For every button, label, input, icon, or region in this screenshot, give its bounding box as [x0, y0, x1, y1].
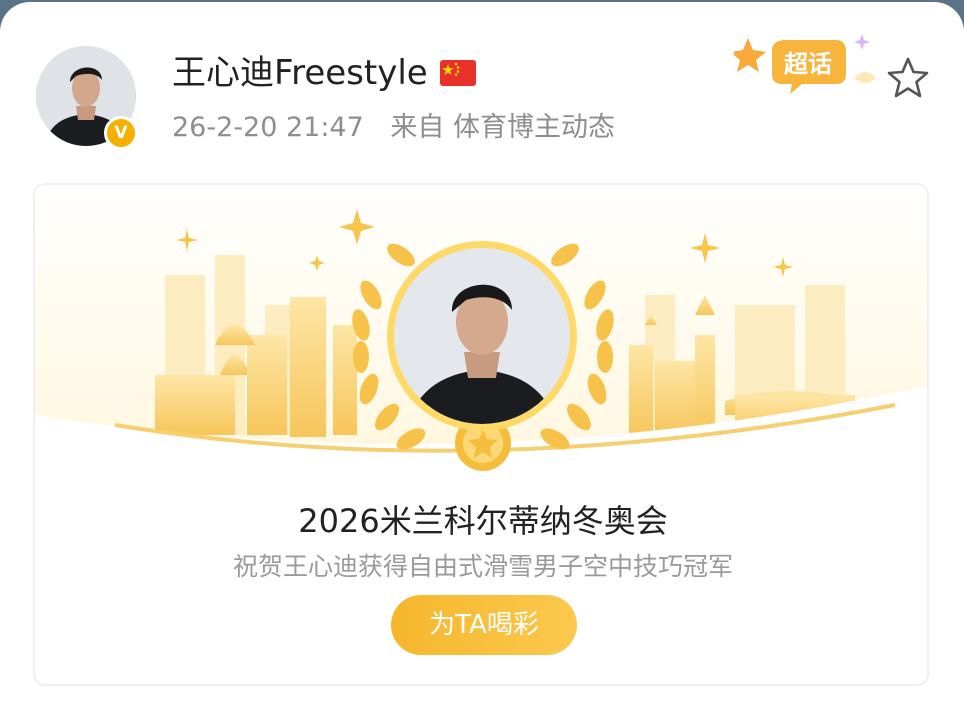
china-flag-icon [439, 60, 476, 86]
verified-badge-icon: V [104, 116, 138, 150]
post-source: 来自 体育博主动态 [390, 112, 615, 143]
username-row: 王心迪Freestyle [172, 50, 476, 96]
username[interactable]: 王心迪Freestyle [172, 50, 428, 96]
star-outline-icon[interactable] [884, 54, 932, 102]
post-meta: 26-2-20 21:47 来自 体育博主动态 [172, 110, 633, 146]
post-sheet: V 王心迪Freestyle 26-2-20 21:47 来自 体育博主动态 超… [0, 2, 964, 724]
supertopic-label: 超话 [784, 50, 832, 78]
card-subtitle: 祝贺王心迪获得自由式滑雪男子空中技巧冠军 [232, 552, 733, 581]
post-timestamp: 26-2-20 21:47 [172, 112, 364, 143]
card-title: 2026米兰科尔蒂纳冬奥会 [298, 502, 668, 540]
cheer-button[interactable]: 为TA喝彩 [391, 595, 577, 655]
athlete-photo [387, 241, 577, 431]
olympic-champion-card[interactable]: 2026米兰科尔蒂纳冬奥会 祝贺王心迪获得自由式滑雪男子空中技巧冠军 为TA喝彩 [33, 183, 929, 686]
